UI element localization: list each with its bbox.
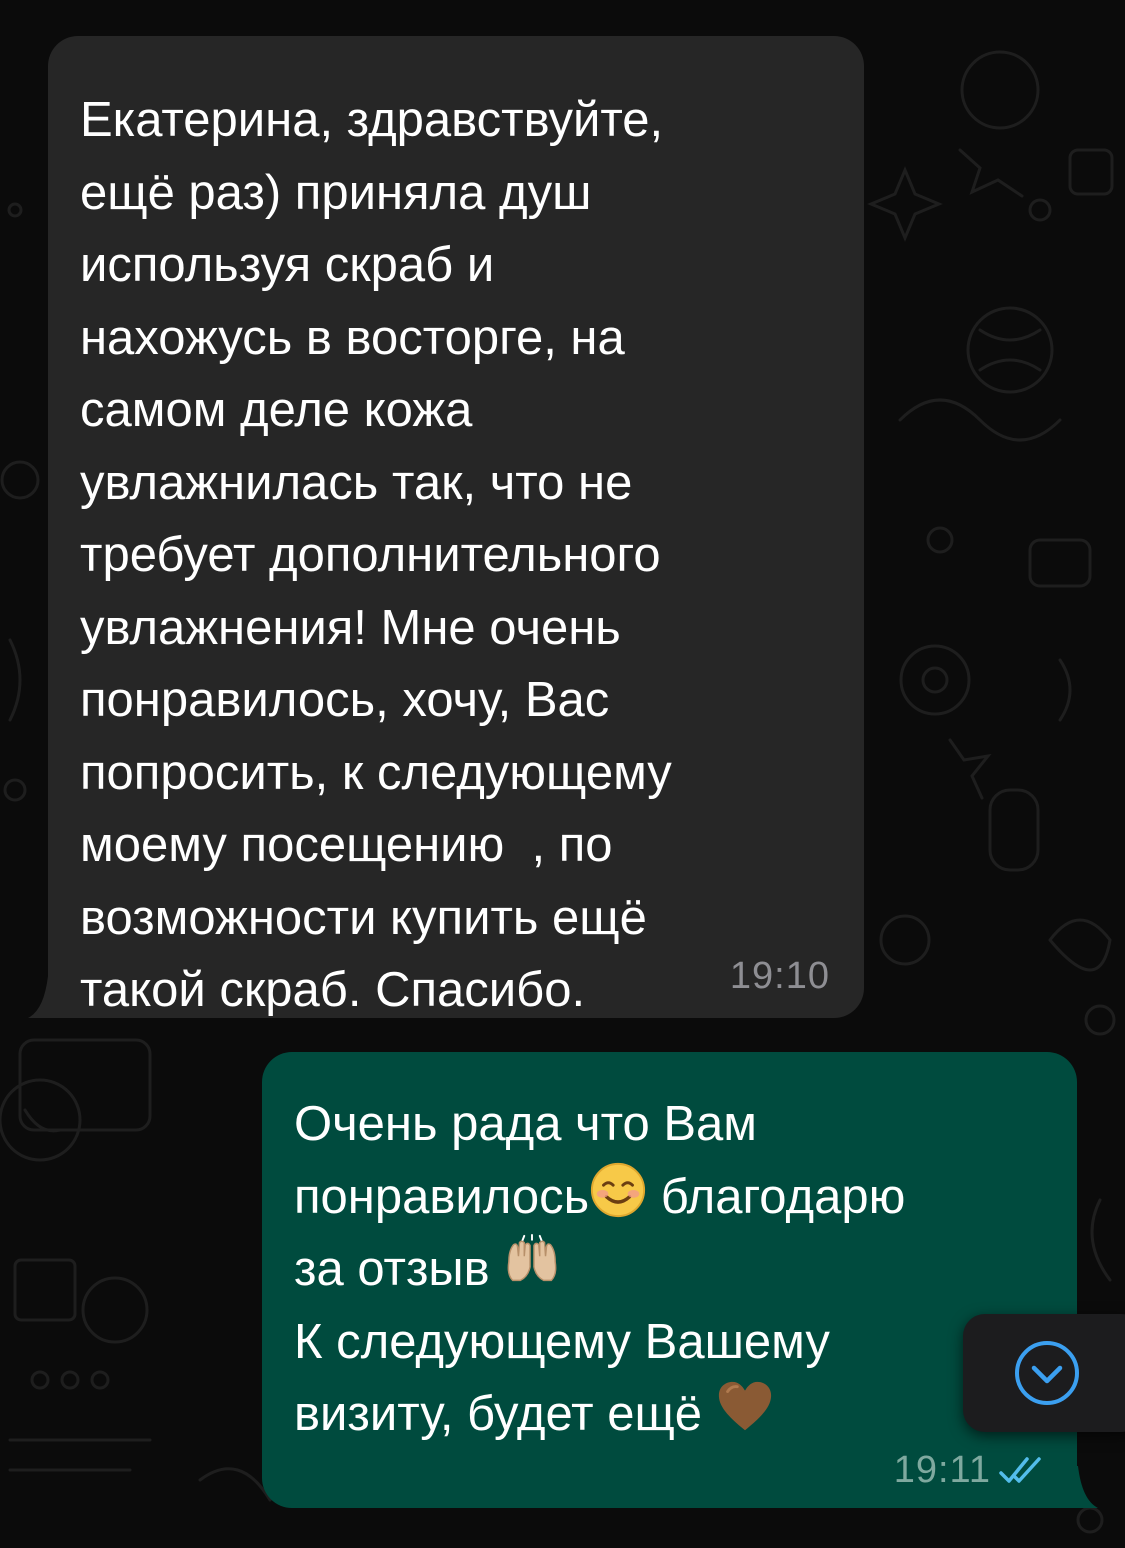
message-text-line: визиту, будет ещё: [294, 1378, 1047, 1451]
raising-hands-icon: [507, 1233, 557, 1282]
message-text-fragment: за отзыв: [294, 1242, 504, 1296]
message-text-line: за отзыв: [294, 1233, 1047, 1306]
message-text-line: такой скраб. Спасибо.: [80, 963, 586, 1017]
scroll-to-bottom-button[interactable]: [963, 1314, 1125, 1432]
message-text-line: понравилось, хочу, Вас: [80, 673, 610, 727]
smiling-face-icon: [591, 1162, 646, 1217]
message-text-line: попросить, к следующему: [80, 745, 672, 800]
message-text-line: ещё раз) приняла душ: [80, 165, 592, 220]
message-text-fragment: понравилось: [294, 1169, 590, 1224]
message-text-line: возможности купить ещё: [80, 890, 647, 945]
message-text-line: используя скраб и: [80, 238, 495, 292]
incoming-message-bubble[interactable]: Екатерина, здравствуйте, ещё раз) принял…: [48, 36, 864, 1018]
message-text-fragment: благодарю: [647, 1169, 906, 1224]
double-check-read-icon: [999, 1457, 1041, 1483]
brown-heart-icon: [718, 1381, 771, 1431]
message-timestamp: 19:11: [893, 1449, 991, 1491]
message-meta: 19:11: [894, 1450, 1047, 1490]
chevron-down-circle-icon: [1015, 1341, 1079, 1405]
message-text-line: увлажнилась так, что не: [80, 455, 633, 510]
message-text-line: К следующему Вашему: [294, 1314, 830, 1369]
message-text-line: моему посещению , по: [80, 818, 613, 872]
message-text-line: понравилось благодарю: [294, 1161, 1047, 1234]
message-text-fragment: визиту, будет ещё: [294, 1387, 716, 1441]
message-text-line: самом деле кожа: [80, 383, 473, 437]
message-text-line: требует дополнительного: [80, 528, 661, 582]
message-timestamp: 19:10: [729, 955, 830, 997]
message-text-line: нахожусь в восторге, на: [80, 310, 625, 365]
outgoing-message-bubble[interactable]: Очень рада что Вам понравилось благодарю…: [262, 1052, 1077, 1508]
message-text-line: увлажнения! Мне очень: [80, 600, 621, 655]
message-text-line: Очень рада что Вам: [294, 1097, 757, 1151]
message-text-line: Екатерина, здравствуйте,: [80, 93, 664, 147]
chat-screen: Екатерина, здравствуйте, ещё раз) принял…: [0, 0, 1125, 1548]
